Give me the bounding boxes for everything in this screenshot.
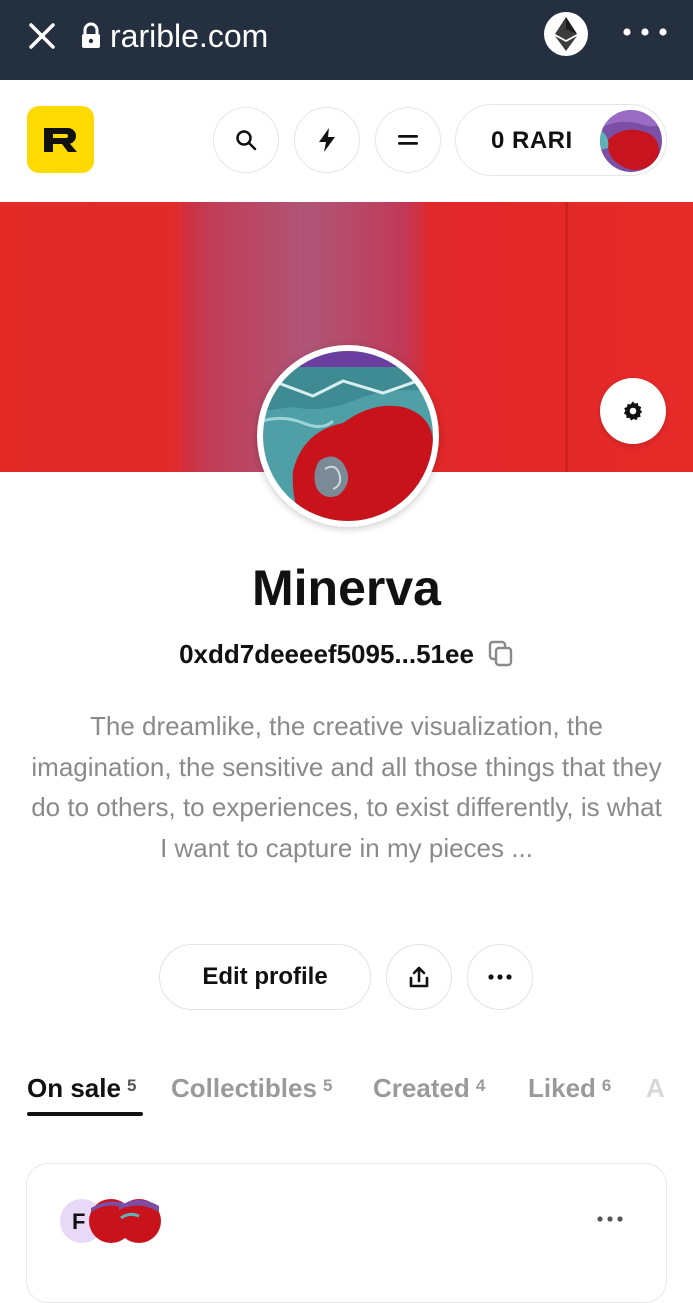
tab-label: Created [373, 1073, 470, 1103]
wallet-address: 0xdd7deeeef5095...51ee [179, 638, 474, 669]
profile-bio: The dreamlike, the creative visualizatio… [31, 711, 662, 863]
tab-label: A [646, 1073, 665, 1103]
tab-on-sale[interactable]: On sale 5 [27, 1068, 136, 1108]
user-avatar-small [600, 110, 662, 172]
owner-initial: F [72, 1209, 85, 1234]
more-options-button[interactable] [467, 944, 533, 1010]
menu-button[interactable] [375, 107, 441, 173]
tab-label: Collectibles [171, 1073, 317, 1103]
rarible-logo[interactable] [27, 106, 94, 173]
wallet-button[interactable]: 0 RARI [455, 104, 667, 176]
tab-count: 5 [322, 1076, 333, 1095]
owner-avatars[interactable]: F [59, 1198, 169, 1244]
wallet-address-row: 0xdd7deeeef5095...51ee [0, 634, 693, 674]
profile-name: Minerva [252, 560, 441, 616]
banner-crease [565, 202, 568, 472]
active-tab-indicator [27, 1112, 143, 1116]
browser-bar: rarible.com [0, 0, 693, 80]
item-card[interactable]: F [26, 1163, 667, 1303]
share-button[interactable] [386, 944, 452, 1010]
menu-icon [398, 135, 418, 145]
edit-profile-button[interactable]: Edit profile [159, 944, 371, 1010]
tab-created[interactable]: Created 4 [373, 1068, 485, 1108]
app-header: 0 RARI [0, 80, 693, 202]
profile-avatar[interactable] [257, 345, 439, 527]
tab-collectibles[interactable]: Collectibles 5 [171, 1068, 332, 1108]
share-icon [409, 966, 429, 988]
ethereum-icon[interactable] [544, 12, 588, 56]
tab-count: 6 [601, 1076, 612, 1095]
profile-tabs: On sale 5 Collectibles 5 Created 4 Liked 6 A [0, 1068, 693, 1118]
url-text[interactable]: rarible.com [110, 14, 268, 58]
lightning-icon [319, 128, 335, 152]
copy-icon[interactable] [488, 640, 514, 668]
gear-icon [623, 401, 643, 421]
logo-r-icon [43, 127, 77, 152]
card-more-icon[interactable] [597, 1214, 623, 1224]
tab-label: Liked [528, 1073, 596, 1103]
tab-activity[interactable]: A [646, 1068, 665, 1108]
lock-icon [82, 22, 100, 48]
more-horizontal-icon[interactable] [622, 22, 668, 42]
settings-button[interactable] [600, 378, 666, 444]
tab-liked[interactable]: Liked 6 [528, 1068, 611, 1108]
tab-count: 4 [475, 1076, 486, 1095]
close-icon[interactable] [24, 18, 60, 54]
search-button[interactable] [213, 107, 279, 173]
more-horizontal-icon [488, 974, 512, 980]
tab-count: 5 [126, 1076, 137, 1095]
activity-button[interactable] [294, 107, 360, 173]
avatar-image [263, 351, 433, 521]
tab-label: On sale [27, 1073, 121, 1103]
search-icon [236, 130, 257, 151]
rari-balance: 0 RARI [491, 127, 573, 154]
